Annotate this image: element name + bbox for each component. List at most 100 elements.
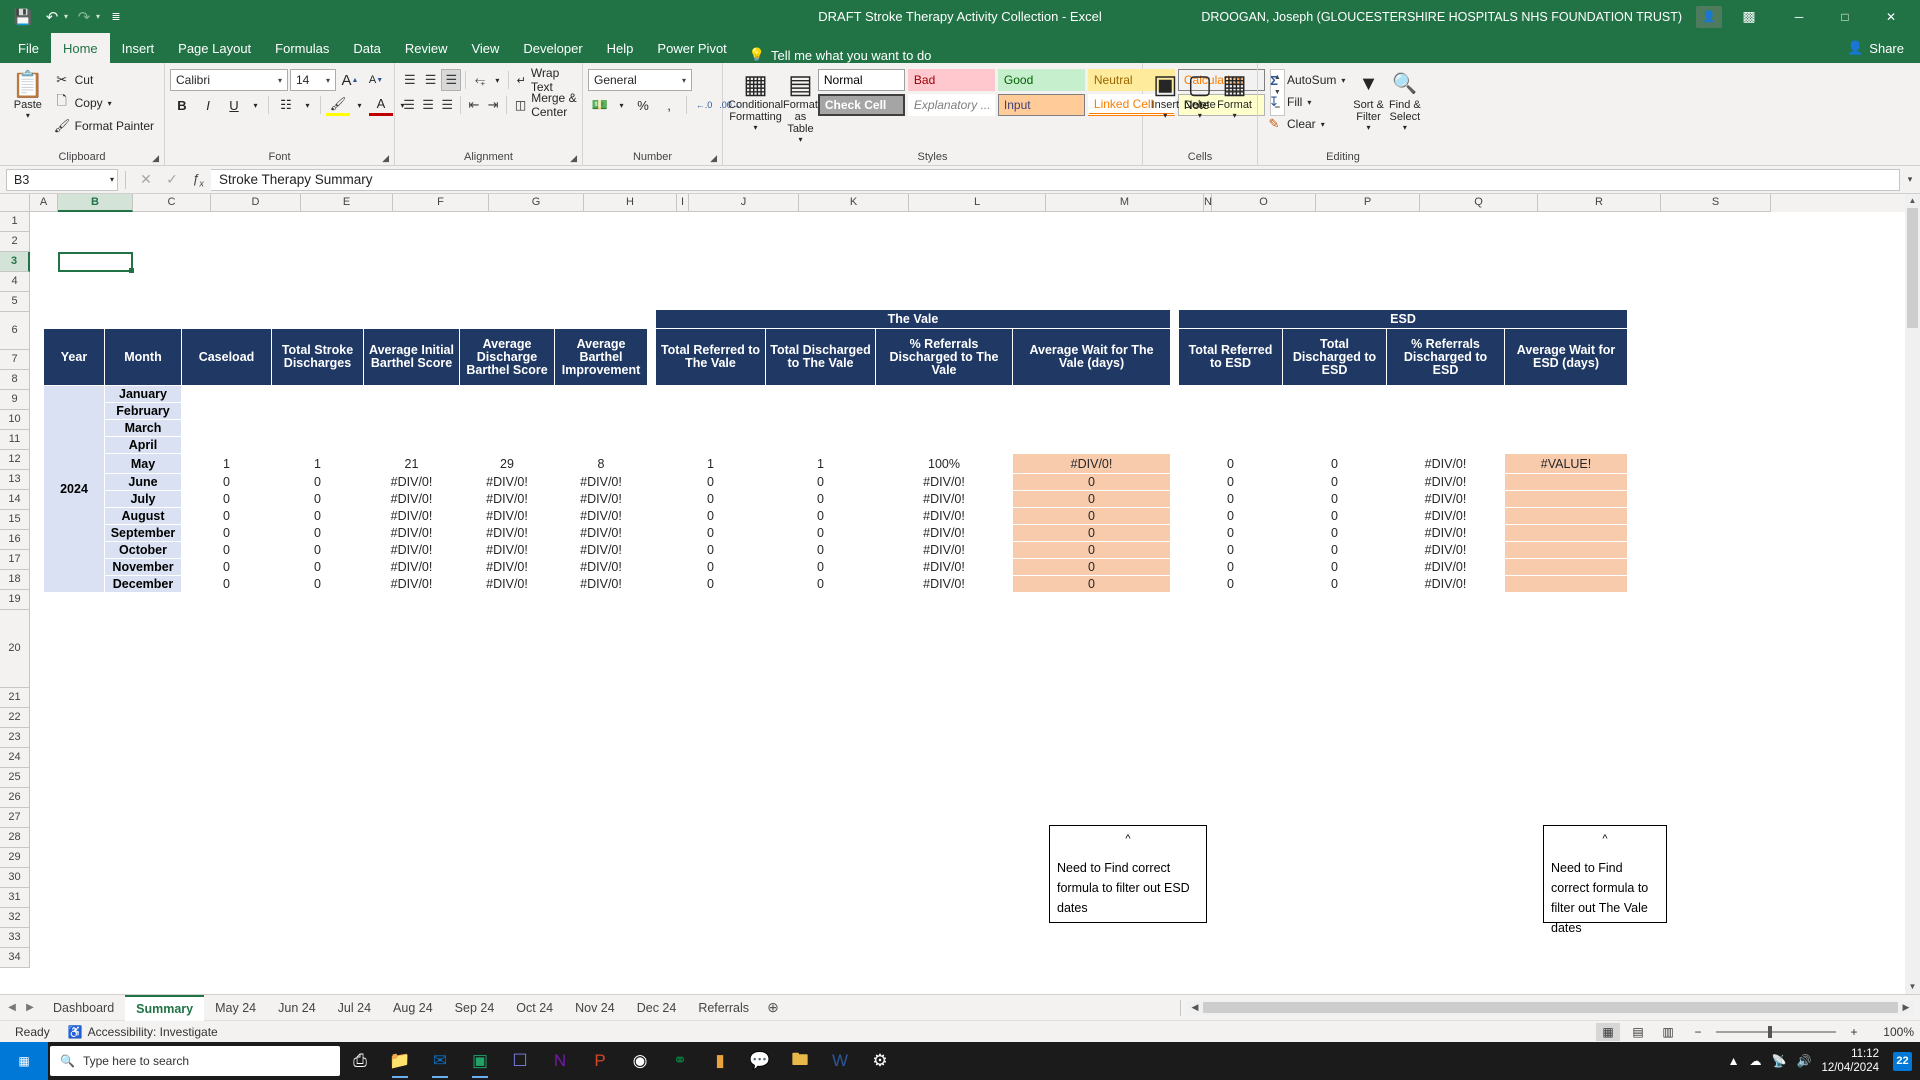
cell-total-discharged-esd[interactable] — [1282, 419, 1387, 437]
cell-pct-referrals-esd[interactable]: #DIV/0! — [1386, 558, 1505, 576]
cell-avg-discharge-barthel[interactable]: 29 — [459, 453, 555, 474]
number-dialog-launcher[interactable]: ◢ — [710, 153, 717, 164]
column-header-G[interactable]: G — [489, 194, 584, 212]
cell-avg-wait-esd[interactable] — [1504, 575, 1628, 593]
cell-month[interactable]: May — [104, 453, 182, 474]
cell-avg-barthel-improvement[interactable]: #DIV/0! — [554, 490, 648, 508]
redo-icon[interactable]: ↷ — [71, 5, 97, 29]
cell-total-discharged-esd[interactable] — [1282, 436, 1387, 454]
cell-total-referred-esd[interactable]: 0 — [1178, 453, 1283, 474]
row-header-7[interactable]: 7 — [0, 350, 30, 370]
cell-total-discharged-esd[interactable]: 0 — [1282, 453, 1387, 474]
row-header-30[interactable]: 30 — [0, 868, 30, 888]
vertical-scrollbar[interactable]: ▲ ▼ — [1905, 194, 1920, 994]
page-layout-view-button[interactable]: ▤ — [1626, 1023, 1650, 1041]
cell-style-bad[interactable]: Bad — [907, 69, 995, 91]
cell-total-stroke-discharges[interactable] — [271, 385, 364, 403]
tell-me-search[interactable]: 💡 Tell me what you want to do — [739, 47, 942, 63]
add-sheet-icon[interactable]: ⊕ — [760, 999, 786, 1016]
cell-total-stroke-discharges[interactable]: 0 — [271, 490, 364, 508]
cell-total-stroke-discharges[interactable] — [271, 419, 364, 437]
ribbon-tab-power-pivot[interactable]: Power Pivot — [645, 33, 738, 63]
insert-cells-button[interactable]: ▣ Insert ▾ — [1148, 67, 1183, 120]
avatar[interactable]: 👤 — [1696, 5, 1722, 28]
cell-total-referred-vale[interactable] — [655, 419, 766, 437]
horizontal-scrollbar[interactable]: ◀ ▶ — [1187, 1000, 1914, 1015]
cell-total-referred-esd[interactable]: 0 — [1178, 575, 1283, 593]
cell-total-referred-esd[interactable]: 0 — [1178, 507, 1283, 525]
cell-avg-discharge-barthel[interactable]: #DIV/0! — [459, 490, 555, 508]
sort-filter-dropdown-icon[interactable]: ▾ — [1367, 123, 1371, 132]
format-dropdown-icon[interactable]: ▾ — [1233, 111, 1237, 120]
cell-total-stroke-discharges[interactable]: 0 — [271, 575, 364, 593]
sheet-nav-arrows[interactable]: ◀ ▶ — [4, 1002, 42, 1013]
cell-avg-discharge-barthel[interactable] — [459, 436, 555, 454]
align-bottom-button[interactable]: ☰ — [441, 69, 462, 91]
orientation-dropdown-icon[interactable]: ▾ — [491, 69, 504, 91]
increase-font-size-button[interactable]: A ▲ — [338, 69, 362, 91]
show-hidden-icons-icon[interactable]: ▲ — [1728, 1054, 1740, 1068]
row-header-4[interactable]: 4 — [0, 272, 30, 292]
row-header-25[interactable]: 25 — [0, 768, 30, 788]
cell-avg-wait-esd[interactable] — [1504, 436, 1628, 454]
cell-pct-referrals-vale[interactable] — [875, 385, 1013, 403]
column-header-J[interactable]: J — [689, 194, 799, 212]
cell-avg-initial-barthel[interactable]: #DIV/0! — [363, 490, 460, 508]
cell-avg-initial-barthel[interactable]: 21 — [363, 453, 460, 474]
number-format-dropdown-icon[interactable]: ▾ — [679, 76, 689, 85]
cell-caseload[interactable]: 0 — [181, 490, 272, 508]
cell-month[interactable]: July — [104, 490, 182, 508]
cell-year[interactable]: 2024 — [43, 385, 105, 593]
cell-total-referred-esd[interactable]: 0 — [1178, 524, 1283, 542]
maximize-button[interactable]: □ — [1822, 0, 1868, 33]
cell-avg-wait-vale[interactable] — [1012, 419, 1171, 437]
table-row[interactable]: October 0 0 #DIV/0! #DIV/0! #DIV/0! 0 0 … — [44, 541, 1628, 559]
column-header-I[interactable]: I — [677, 194, 689, 212]
column-header-H[interactable]: H — [584, 194, 677, 212]
settings-gear-icon[interactable]: ⚙ — [860, 1042, 900, 1080]
column-header-P[interactable]: P — [1316, 194, 1420, 212]
cell-pct-referrals-esd[interactable] — [1386, 385, 1505, 403]
align-center-button[interactable]: ☰ — [419, 94, 437, 116]
cut-button[interactable]: ✂ Cut — [51, 69, 159, 91]
customize-quick-access-icon[interactable]: ≣ — [103, 5, 129, 29]
ribbon-display-options-icon[interactable]: ▩ — [1736, 8, 1762, 25]
cancel-icon[interactable]: ✕ — [133, 171, 159, 188]
table-row[interactable]: 2024 January — [43, 385, 1628, 593]
scroll-right-icon[interactable]: ▶ — [1898, 1002, 1914, 1013]
table-row[interactable]: February — [44, 402, 1628, 420]
scroll-down-icon[interactable]: ▼ — [1905, 980, 1920, 994]
table-row[interactable]: May 1 1 21 29 8 1 1 100% #DIV/0! 0 0 #DI… — [44, 453, 1628, 474]
row-header-26[interactable]: 26 — [0, 788, 30, 808]
save-icon[interactable]: 💾 — [10, 5, 36, 29]
close-button[interactable]: ✕ — [1868, 0, 1914, 33]
font-dialog-launcher[interactable]: ◢ — [382, 153, 389, 164]
row-header-14[interactable]: 14 — [0, 490, 30, 510]
cell-avg-barthel-improvement[interactable] — [554, 402, 648, 420]
formula-input[interactable]: Stroke Therapy Summary — [211, 168, 1900, 191]
scroll-up-icon[interactable]: ▲ — [1905, 194, 1920, 208]
delete-dropdown-icon[interactable]: ▾ — [1198, 111, 1202, 120]
underline-dropdown-icon[interactable]: ▾ — [248, 94, 263, 116]
delete-cells-button[interactable]: ▢ Delete ▾ — [1183, 67, 1218, 120]
cell-month[interactable]: August — [104, 507, 182, 525]
zoom-out-button[interactable]: − — [1686, 1023, 1710, 1041]
ribbon-tab-page-layout[interactable]: Page Layout — [166, 33, 263, 63]
table-row[interactable]: April — [44, 436, 1628, 454]
sheet-tab-oct-24[interactable]: Oct 24 — [505, 995, 564, 1021]
row-header-27[interactable]: 27 — [0, 808, 30, 828]
column-header-N[interactable]: N — [1204, 194, 1212, 212]
clipboard-dialog-launcher[interactable]: ◢ — [152, 153, 159, 164]
bold-button[interactable]: B — [170, 94, 194, 116]
cell-avg-discharge-barthel[interactable] — [459, 419, 555, 437]
cell-avg-wait-esd[interactable] — [1504, 541, 1628, 559]
cell-total-referred-vale[interactable]: 0 — [655, 541, 766, 559]
first-sheet-icon[interactable]: ◀ — [4, 1002, 20, 1013]
cell-total-discharged-esd[interactable]: 0 — [1282, 558, 1387, 576]
cell-pct-referrals-esd[interactable]: #DIV/0! — [1386, 507, 1505, 525]
row-header-20[interactable]: 20 — [0, 610, 30, 688]
cell-total-referred-vale[interactable] — [655, 385, 766, 403]
windows-search-box[interactable]: 🔍 Type here to search — [50, 1046, 340, 1076]
excel-icon[interactable]: ▣ — [460, 1042, 500, 1080]
cell-avg-initial-barthel[interactable]: #DIV/0! — [363, 558, 460, 576]
